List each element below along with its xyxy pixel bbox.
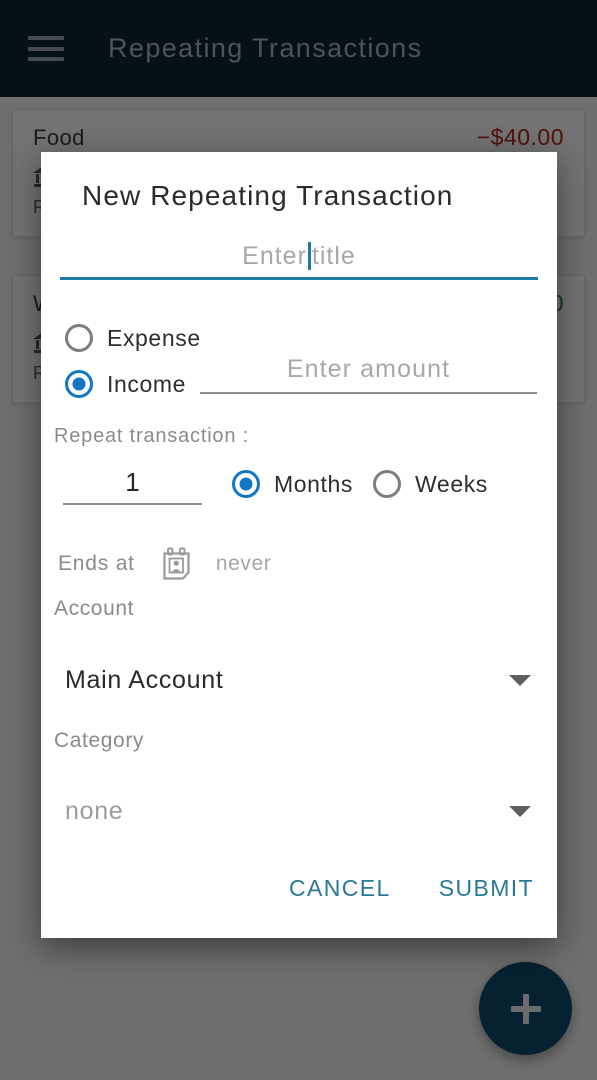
category-label: Category: [54, 729, 145, 752]
radio-weeks-label: Weeks: [415, 470, 488, 497]
category-select[interactable]: none: [65, 789, 535, 833]
repeat-count-input[interactable]: 1: [63, 460, 202, 505]
title-placeholder-part-1: Enter: [242, 242, 307, 270]
chevron-down-icon: [509, 805, 531, 817]
dialog-actions: CANCEL SUBMIT: [283, 867, 540, 910]
dialog-title: New Repeating Transaction: [82, 180, 454, 211]
radio-circle-selected-icon: [65, 370, 93, 398]
new-repeating-transaction-dialog: New Repeating Transaction Enter title Exp…: [41, 152, 557, 938]
app-screen: Repeating Transactions Food −$40.00 Re: [0, 0, 597, 1080]
calendar-icon[interactable]: [161, 547, 194, 581]
repeat-count-value: 1: [125, 467, 140, 497]
account-label: Account: [54, 597, 135, 620]
repeat-period-group: Months Weeks: [232, 466, 488, 502]
radio-circle-selected-icon: [232, 470, 260, 498]
submit-button[interactable]: SUBMIT: [433, 867, 540, 910]
account-select-value: Main Account: [65, 665, 224, 694]
radio-circle-icon: [373, 470, 402, 498]
text-caret: [307, 242, 311, 270]
category-select-value: none: [65, 796, 124, 825]
radio-weeks[interactable]: Weeks: [373, 466, 488, 502]
ends-at-value[interactable]: never: [216, 552, 272, 576]
radio-expense-label: Expense: [107, 324, 201, 351]
title-input-placeholder: Enter title: [242, 242, 356, 277]
amount-input[interactable]: Enter amount: [200, 342, 537, 394]
cancel-button[interactable]: CANCEL: [283, 867, 397, 910]
radio-circle-icon: [65, 324, 93, 352]
account-select[interactable]: Main Account: [65, 658, 535, 702]
radio-months[interactable]: Months: [232, 466, 353, 502]
amount-input-placeholder: Enter amount: [286, 355, 451, 383]
repeat-transaction-label: Repeat transaction :: [54, 425, 249, 447]
radio-months-label: Months: [274, 470, 354, 497]
title-placeholder-part-2: title: [311, 242, 356, 270]
radio-income-label: Income: [107, 370, 187, 397]
title-input[interactable]: Enter title: [60, 232, 538, 280]
ends-at-label: Ends at: [58, 552, 135, 575]
ends-at-row: Ends at never: [58, 542, 271, 586]
chevron-down-icon: [509, 674, 531, 686]
